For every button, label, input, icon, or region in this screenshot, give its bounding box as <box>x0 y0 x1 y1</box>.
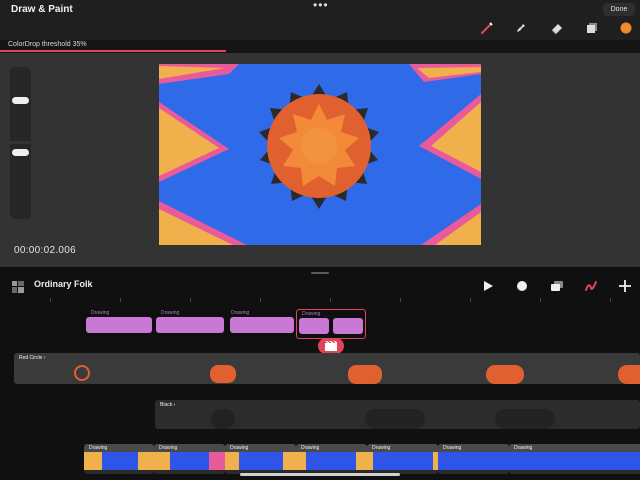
home-indicator[interactable] <box>240 473 400 476</box>
threshold-label: ColorDrop threshold 35% <box>8 41 87 48</box>
timecode: 00:00:02.006 <box>14 245 76 256</box>
track-black: Black › <box>0 400 640 430</box>
frame-thumb <box>210 365 236 383</box>
layers-icon[interactable] <box>584 20 600 36</box>
more-options-button[interactable]: ••• <box>313 0 329 12</box>
clip-label: Drawing <box>91 310 110 316</box>
brush-size-knob[interactable] <box>12 97 29 104</box>
app-title: Draw & Paint <box>11 4 73 15</box>
draw-mode-icon[interactable] <box>583 278 599 294</box>
film-marker-button[interactable] <box>318 338 344 354</box>
drawing-clip-selected[interactable]: Drawing <box>296 309 366 339</box>
track-drawing-top: Drawing Drawing Drawing Drawing <box>0 309 640 339</box>
play-icon[interactable] <box>480 278 496 294</box>
clip-label: Drawing <box>301 445 320 451</box>
timeline-header: Ordinary Folk <box>0 274 640 298</box>
drawing-clip[interactable]: Drawing <box>86 309 156 337</box>
record-icon[interactable] <box>514 278 530 294</box>
add-icon[interactable] <box>617 278 633 294</box>
project-name[interactable]: Ordinary Folk <box>34 279 93 289</box>
artwork-canvas[interactable] <box>159 64 481 245</box>
clip-label: Drawing <box>372 445 391 451</box>
drawing-clip[interactable]: Drawing <box>226 309 296 337</box>
clip-label: Drawing <box>89 445 108 451</box>
clip-label: Drawing <box>514 445 533 451</box>
done-button[interactable]: Done <box>603 3 635 16</box>
opacity-knob[interactable] <box>12 149 29 156</box>
brush-icon[interactable] <box>479 20 495 36</box>
clip-label: Drawing <box>443 445 462 451</box>
color-swatch[interactable] <box>618 20 634 36</box>
track-drawing-bottom: Drawing Drawing Drawing Drawing Drawing … <box>0 444 640 474</box>
clip-label: Drawing <box>159 445 178 451</box>
black-layer-clip[interactable]: Black › <box>155 400 640 429</box>
clip-label: Drawing <box>161 310 180 316</box>
clip-label: Drawing <box>231 310 250 316</box>
timeline-ruler[interactable] <box>0 298 640 304</box>
clip-label: Drawing <box>302 311 321 317</box>
brush-size-opacity-slider[interactable] <box>10 67 31 219</box>
threshold-strip: ColorDrop threshold 35% <box>0 40 640 53</box>
frame-thumb <box>74 365 90 381</box>
eraser-icon[interactable] <box>549 20 565 36</box>
drawing-clip[interactable]: Drawing <box>154 444 225 474</box>
drawing-clip[interactable]: Drawing <box>225 444 296 474</box>
canvas-area: 00:00:02.006 <box>0 53 640 267</box>
threshold-progress-bar[interactable] <box>0 50 226 52</box>
track-title-red-circle: Red Circle › <box>19 355 46 361</box>
red-circle-layer-clip[interactable]: Red Circle › <box>14 353 640 384</box>
smudge-icon[interactable] <box>513 20 529 36</box>
drawing-clip[interactable]: Drawing <box>367 444 438 474</box>
clip-label: Drawing <box>230 445 249 451</box>
top-bar: Draw & Paint ••• Done <box>0 0 640 40</box>
drawing-clip[interactable]: Drawing <box>296 444 367 474</box>
frame-thumb <box>618 365 640 384</box>
drawing-clip[interactable]: Drawing <box>509 444 640 474</box>
onion-skin-icon[interactable] <box>549 278 565 294</box>
track-title-black: Black › <box>160 402 176 408</box>
track-red-circle: Red Circle › <box>0 353 640 385</box>
drawing-clip[interactable]: Drawing <box>156 309 226 337</box>
frame-thumb <box>348 365 382 384</box>
project-grid-icon[interactable] <box>12 280 24 293</box>
drawing-clip[interactable]: Drawing <box>84 444 154 474</box>
frame-thumb <box>486 365 524 384</box>
drawing-clip[interactable]: Drawing <box>438 444 509 474</box>
